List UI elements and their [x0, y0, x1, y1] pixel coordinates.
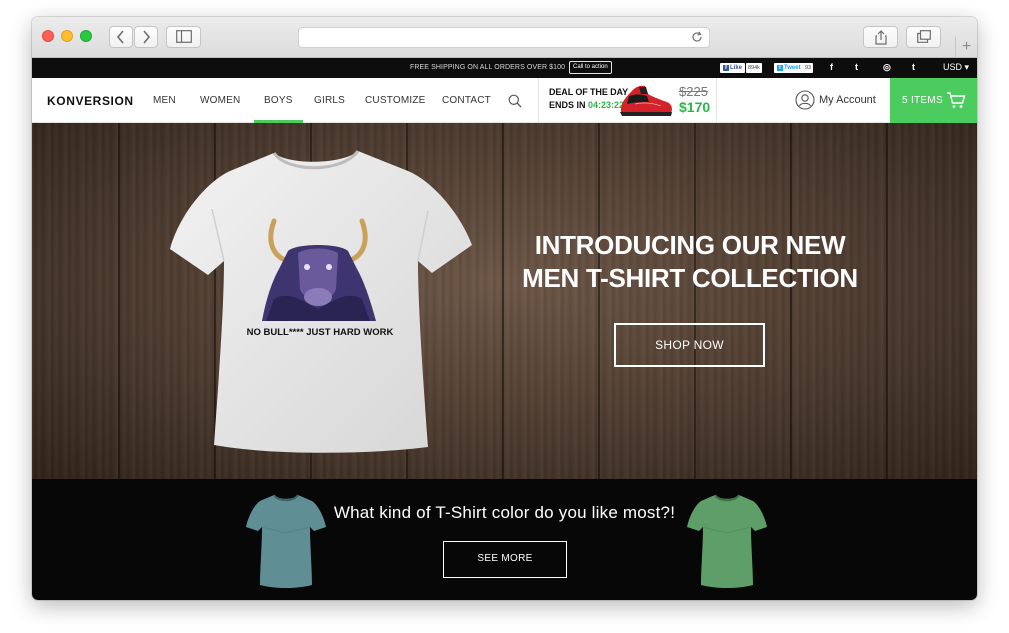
nav-item-boys[interactable]: BOYS — [254, 95, 303, 123]
shirt-slogan: NO BULL**** JUST HARD WORK — [247, 327, 394, 338]
nav-item-men[interactable]: MEN — [153, 95, 176, 106]
call-to-action-button[interactable]: Call to action — [569, 61, 612, 74]
color-promo-banner: What kind of T-Shirt color do you like m… — [32, 479, 977, 600]
deal-old-price: $225 — [679, 84, 708, 99]
facebook-small-icon: f — [723, 65, 729, 71]
site-logo[interactable]: KONVERSION — [47, 94, 134, 108]
instagram-icon[interactable]: ◎ — [883, 62, 891, 73]
facebook-icon[interactable]: f — [830, 62, 833, 73]
shop-now-button[interactable]: SHOP NOW — [614, 323, 765, 367]
cart-count: 5 ITEMS — [902, 95, 943, 106]
hero-heading-line1: INTRODUCING OUR NEW — [534, 230, 846, 260]
browser-window: + FREE SHIPPING ON ALL ORDERS OVER $100 … — [32, 17, 977, 600]
close-window-button[interactable] — [42, 30, 54, 42]
banner-question: What kind of T-Shirt color do you like m… — [333, 503, 676, 522]
user-icon[interactable] — [795, 90, 815, 110]
nav-item-customize[interactable]: CUSTOMIZE — [365, 95, 426, 106]
twitter-tweet-button[interactable]: t Tweet — [774, 63, 804, 73]
facebook-like-count: 894k — [746, 63, 762, 73]
facebook-like-label: Like — [730, 65, 743, 71]
shopping-cart-icon — [947, 92, 966, 108]
nav-item-contact[interactable]: CONTACT — [442, 95, 491, 106]
facebook-like-button[interactable]: f Like — [720, 63, 746, 73]
chevron-left-icon — [116, 30, 124, 44]
back-button[interactable] — [109, 26, 133, 48]
announcement-bar: FREE SHIPPING ON ALL ORDERS OVER $100 Ca… — [32, 58, 977, 78]
address-bar[interactable] — [298, 27, 710, 48]
green-tshirt-image — [687, 494, 767, 588]
sidebar-toggle-button[interactable] — [166, 26, 201, 48]
share-button[interactable] — [863, 26, 898, 48]
shipping-notice: FREE SHIPPING ON ALL ORDERS OVER $100 — [410, 64, 566, 71]
chevron-right-icon — [143, 30, 151, 44]
twitter-small-icon: t — [777, 65, 783, 71]
nav-item-women[interactable]: WOMEN — [200, 95, 240, 106]
new-tab-button[interactable]: + — [955, 37, 977, 58]
white-tshirt-image: NO BULL**** JUST HARD WORK — [170, 150, 472, 453]
nav-item-girls[interactable]: GIRLS — [314, 95, 345, 106]
cart-button[interactable]: 5 ITEMS — [890, 78, 977, 123]
tabs-icon — [916, 30, 931, 43]
twitter-tweet-count: 93 — [803, 63, 814, 73]
search-icon[interactable] — [508, 94, 522, 108]
hero-banner: NO BULL**** JUST HARD WORK INTRODUCING O… — [32, 123, 977, 479]
share-icon — [874, 30, 887, 45]
sidebar-icon — [175, 30, 192, 43]
sneaker-image — [620, 85, 672, 116]
twitter-tweet-label: Tweet — [784, 65, 801, 71]
see-more-button[interactable]: SEE MORE — [443, 541, 567, 578]
twitter-icon[interactable]: t — [855, 62, 858, 73]
forward-button[interactable] — [134, 26, 158, 48]
tumblr-icon[interactable]: t — [912, 62, 915, 73]
minimize-window-button[interactable] — [61, 30, 73, 42]
blue-tshirt-image — [246, 494, 326, 588]
browser-toolbar: + — [32, 17, 977, 58]
zoom-window-button[interactable] — [80, 30, 92, 42]
deal-ends-label: ENDS IN — [549, 100, 586, 110]
currency-selector[interactable]: USD ▾ — [943, 62, 969, 73]
reload-icon[interactable] — [691, 31, 703, 43]
main-navigation: KONVERSION MEN WOMEN BOYS GIRLS CUSTOMIZ… — [32, 78, 977, 123]
tabs-overview-button[interactable] — [906, 26, 941, 48]
deal-countdown: ENDS IN 04:23:22 — [549, 100, 624, 110]
hero-heading-line2: MEN T-SHIRT COLLECTION — [522, 263, 858, 293]
my-account-link[interactable]: My Account — [819, 94, 876, 106]
deal-of-the-day[interactable]: DEAL OF THE DAY ENDS IN 04:23:22 $225 $1… — [538, 78, 717, 123]
deal-new-price: $170 — [679, 99, 711, 115]
hero-heading: INTRODUCING OUR NEW MEN T-SHIRT COLLECTI… — [492, 229, 888, 295]
